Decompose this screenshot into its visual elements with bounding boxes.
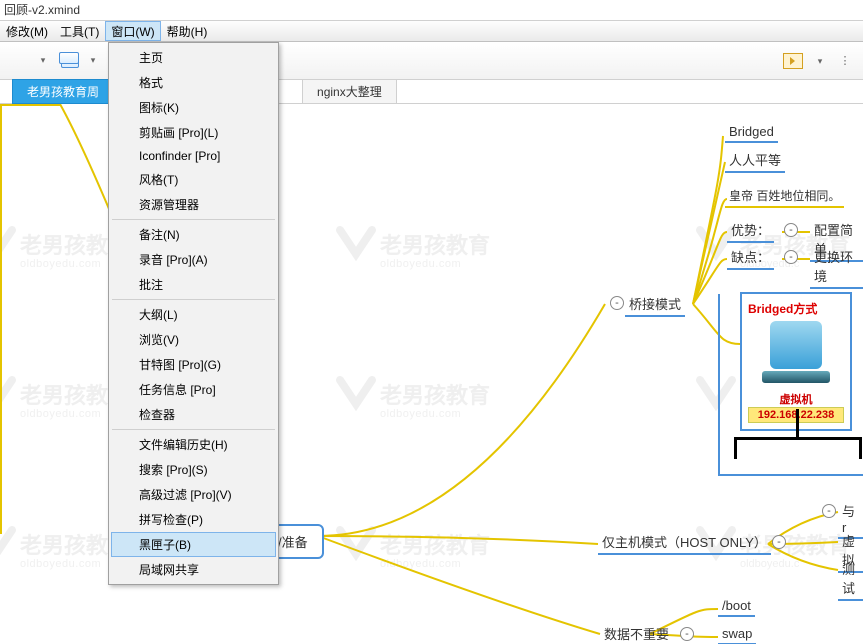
collapse-handle[interactable]: - bbox=[610, 296, 624, 310]
window-title: 回顾-v2.xmind bbox=[0, 0, 863, 20]
toolbar-btn-stack[interactable] bbox=[56, 48, 84, 74]
menu-item[interactable]: 主页 bbox=[111, 45, 276, 70]
collapse-handle[interactable]: - bbox=[772, 535, 786, 549]
toolbar-btn-left[interactable] bbox=[6, 48, 34, 74]
menu-item[interactable]: 文件编辑历史(H) bbox=[111, 432, 276, 457]
node-host-only[interactable]: 仅主机模式（HOST ONLY） bbox=[598, 532, 771, 555]
collapse-handle[interactable]: - bbox=[784, 223, 798, 237]
collapse-handle[interactable]: - bbox=[784, 250, 798, 264]
menu-item[interactable]: 图标(K) bbox=[111, 95, 276, 120]
node-data-unimportant[interactable]: 数据不重要 bbox=[600, 624, 673, 644]
menu-window[interactable]: 窗口(W) bbox=[105, 21, 160, 41]
stack-icon bbox=[61, 54, 79, 68]
watermark: 老男孩教育oldboyedu.com bbox=[380, 384, 490, 420]
menu-item[interactable]: 甘特图 [Pro](G) bbox=[111, 352, 276, 377]
menu-item[interactable]: 格式 bbox=[111, 70, 276, 95]
watermark: 老男孩教育oldboyedu.com bbox=[380, 234, 490, 270]
menu-item[interactable]: 任务信息 [Pro] bbox=[111, 377, 276, 402]
menu-item[interactable]: 高级过滤 [Pro](V) bbox=[111, 482, 276, 507]
node-test[interactable]: 测试 bbox=[838, 559, 863, 601]
menu-item[interactable]: 资源管理器 bbox=[111, 192, 276, 217]
menu-item[interactable]: 拼写检查(P) bbox=[111, 507, 276, 532]
toolbar-drop-3[interactable]: ▾ bbox=[815, 56, 825, 67]
node-advantage[interactable]: 优势： bbox=[727, 220, 774, 243]
menu-item[interactable]: 黑匣子(B) bbox=[111, 532, 276, 557]
toolbar-drop-1[interactable]: ▾ bbox=[38, 55, 48, 66]
tab-other[interactable]: nginx大整理 bbox=[302, 79, 397, 104]
menu-item[interactable]: 浏览(V) bbox=[111, 327, 276, 352]
menu-item[interactable]: 剪贴画 [Pro](L) bbox=[111, 120, 276, 145]
watermark: 老男孩教育oldboyedu.com bbox=[380, 534, 490, 570]
menu-modify[interactable]: 修改(M) bbox=[0, 21, 54, 41]
menu-item[interactable]: 大纲(L) bbox=[111, 302, 276, 327]
diagram-vm-label: 虚拟机 bbox=[748, 391, 844, 407]
diagram-title: Bridged方式 bbox=[748, 300, 844, 317]
menu-item[interactable]: Iconfinder [Pro] bbox=[111, 145, 276, 167]
menu-item[interactable]: 检查器 bbox=[111, 402, 276, 427]
node-disadvantage-value[interactable]: 更换环境 bbox=[810, 247, 863, 289]
window-menu-dropdown: 主页格式图标(K)剪贴画 [Pro](L)Iconfinder [Pro]风格(… bbox=[108, 42, 279, 585]
menu-tools[interactable]: 工具(T) bbox=[54, 21, 105, 41]
menu-help[interactable]: 帮助(H) bbox=[161, 21, 214, 41]
menu-item[interactable]: 批注 bbox=[111, 272, 276, 297]
menu-item[interactable]: 备注(N) bbox=[111, 222, 276, 247]
node-emperor[interactable]: 皇帝 百姓地位相同。 bbox=[725, 187, 844, 208]
node-boot[interactable]: /boot bbox=[718, 598, 755, 617]
node-swap[interactable]: swap bbox=[718, 626, 756, 644]
tab-active[interactable]: 老男孩教育周 bbox=[12, 79, 114, 104]
node-bridged[interactable]: Bridged bbox=[725, 124, 778, 143]
menu-item[interactable]: 局域网共享 bbox=[111, 557, 276, 582]
node-equal[interactable]: 人人平等 bbox=[725, 150, 785, 173]
collapse-handle[interactable]: - bbox=[680, 627, 694, 641]
menu-item[interactable]: 搜索 [Pro](S) bbox=[111, 457, 276, 482]
toolbar-close-icon[interactable]: ⋮ bbox=[837, 53, 853, 69]
present-icon bbox=[783, 53, 803, 69]
menubar: 修改(M) 工具(T) 窗口(W) 帮助(H) bbox=[0, 20, 863, 42]
server-icon bbox=[756, 321, 836, 387]
menu-item[interactable]: 录音 [Pro](A) bbox=[111, 247, 276, 272]
toolbar-present-button[interactable] bbox=[779, 48, 807, 74]
node-disadvantage[interactable]: 缺点： bbox=[727, 247, 774, 270]
collapse-handle[interactable]: - bbox=[822, 504, 836, 518]
node-bridge-mode[interactable]: 桥接模式 bbox=[625, 294, 685, 317]
menu-item[interactable]: 风格(T) bbox=[111, 167, 276, 192]
toolbar-drop-2[interactable]: ▾ bbox=[88, 55, 98, 66]
